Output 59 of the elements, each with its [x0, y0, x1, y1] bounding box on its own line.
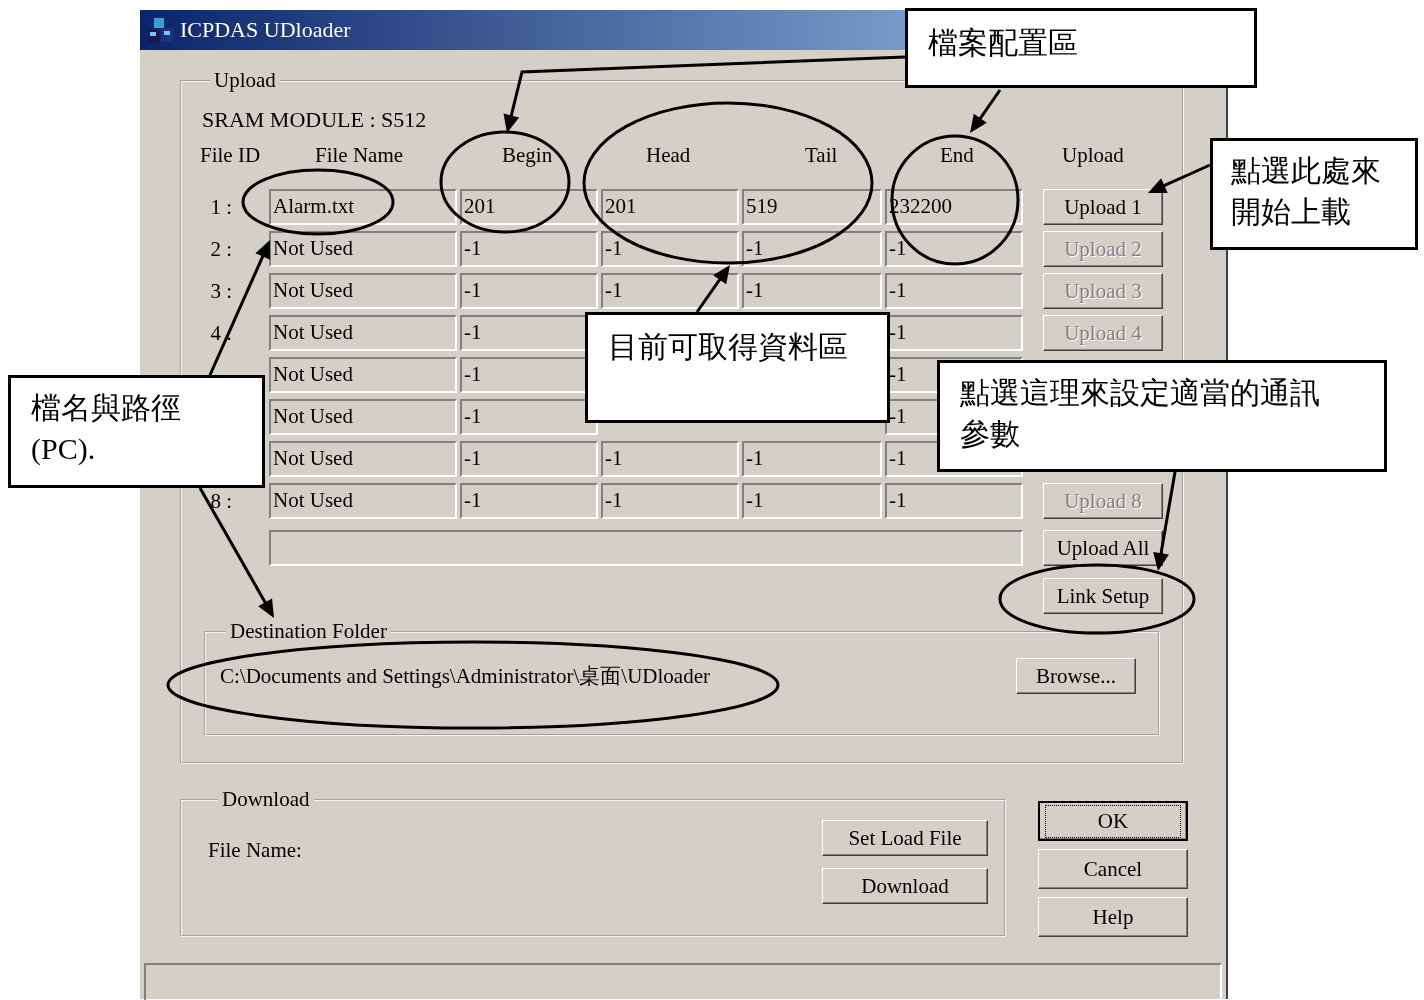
- row-number: 3 :: [210, 278, 232, 303]
- table-cell: -1: [601, 483, 739, 519]
- table-cell: Not Used: [269, 399, 457, 435]
- table-cell: Not Used: [269, 231, 457, 267]
- table-cell: -1: [601, 441, 739, 477]
- table-cell: -1: [601, 273, 739, 309]
- upload-button[interactable]: Upload 1: [1043, 189, 1163, 225]
- download-action-button[interactable]: Download: [822, 868, 988, 904]
- table-cell: Not Used: [269, 273, 457, 309]
- table-cell: Not Used: [269, 357, 457, 393]
- table-cell: -1: [885, 273, 1023, 309]
- dialog-button[interactable]: OK: [1038, 801, 1188, 841]
- table-cell: Not Used: [269, 483, 457, 519]
- dialog-button[interactable]: Help: [1038, 897, 1188, 937]
- table-cell: Not Used: [269, 315, 457, 351]
- folder-path: C:\Documents and Settings\Administrator\桌面\UDloader: [220, 663, 710, 690]
- file-name-label: File Name:: [208, 838, 302, 864]
- column-header: File ID: [200, 143, 262, 169]
- table-cell: Alarm.txt: [269, 189, 457, 225]
- table-cell: -1: [460, 441, 598, 477]
- callout-text: 點選此處來開始上載: [1231, 154, 1381, 228]
- dialog-button[interactable]: Cancel: [1038, 849, 1188, 889]
- callout-text: 檔案配置區: [928, 26, 1078, 59]
- group-title: Upload: [213, 68, 277, 93]
- window-title: ICPDAS UDloader: [180, 17, 351, 43]
- table-cell: -1: [742, 483, 882, 519]
- table-cell: -1: [742, 441, 882, 477]
- table-cell: -1: [460, 231, 598, 267]
- row-number: 1 :: [210, 194, 232, 219]
- table-cell: Not Used: [269, 441, 457, 477]
- upload-all-button[interactable]: Upload All: [1043, 530, 1163, 566]
- table-cell: -1: [885, 231, 1023, 267]
- table-cell: -1: [460, 483, 598, 519]
- column-header: Upload: [1061, 143, 1125, 169]
- row-number: 8 :: [210, 488, 232, 513]
- column-header: Head: [645, 143, 692, 169]
- table-cell: -1: [885, 483, 1023, 519]
- column-header: File Name: [314, 143, 405, 169]
- column-header: Begin: [501, 143, 554, 169]
- table-cell: 201: [601, 189, 739, 225]
- column-header: Tail: [804, 143, 839, 169]
- table-cell: 519: [742, 189, 882, 225]
- table-cell: -1: [460, 273, 598, 309]
- app-icon: [146, 16, 176, 44]
- row-number: 2 :: [210, 236, 232, 261]
- table-cell: 201: [460, 189, 598, 225]
- browse-button[interactable]: Browse...: [1016, 658, 1136, 694]
- table-cell: -1: [601, 231, 739, 267]
- callout-text: 檔名與路徑 (PC).: [31, 391, 181, 465]
- group-title: Download: [221, 787, 311, 812]
- module-label: SRAM MODULE : S512: [202, 107, 427, 133]
- callout-text: 目前可取得資料區: [608, 330, 848, 363]
- download-action-button[interactable]: Set Load File: [822, 820, 988, 856]
- group-title: Destination Folder: [229, 619, 388, 644]
- table-cell: -1: [742, 273, 882, 309]
- pointer-arrow: [970, 89, 1002, 133]
- column-header: End: [939, 143, 975, 169]
- table-cell: -1: [742, 231, 882, 267]
- link-setup-button[interactable]: Link Setup: [1043, 578, 1163, 614]
